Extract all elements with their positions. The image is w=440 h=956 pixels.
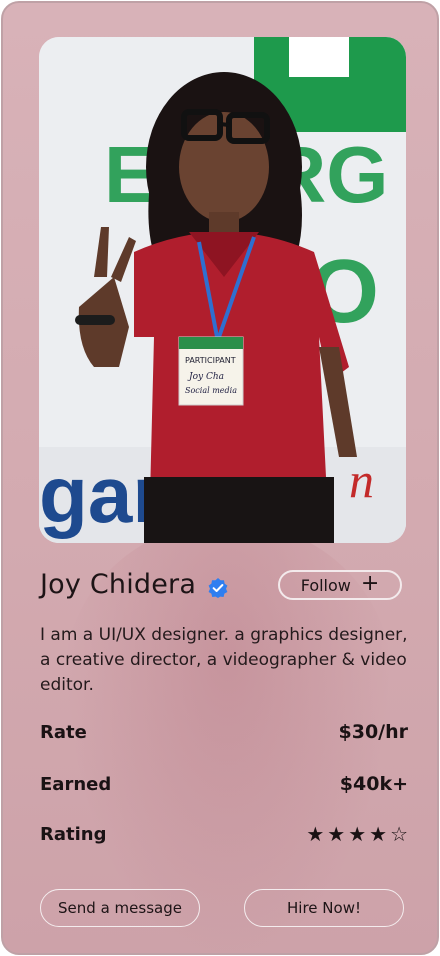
star-filled-icon: ★ — [327, 822, 346, 846]
profile-card: ENERG O gar n PARTIC — [1, 1, 439, 955]
stat-value: $40k+ — [339, 773, 408, 795]
svg-text:Social media: Social media — [185, 386, 237, 395]
svg-text:n: n — [349, 452, 374, 508]
stat-label: Rating — [40, 823, 107, 845]
svg-text:Joy Cha: Joy Cha — [187, 372, 224, 382]
profile-bio: I am a UI/UX designer. a graphics design… — [40, 625, 408, 695]
follow-label: Follow — [300, 575, 351, 595]
stat-label: Earned — [40, 773, 112, 795]
stat-rating: Rating ★ ★ ★ ★ ☆ — [40, 822, 408, 846]
hire-now-button[interactable]: Hire Now! — [244, 889, 404, 927]
stat-label: Rate — [40, 721, 87, 743]
star-empty-icon: ☆ — [390, 822, 408, 846]
plus-icon: + — [360, 571, 380, 596]
stat-value: $30/hr — [338, 721, 409, 743]
send-message-label: Send a message — [58, 899, 182, 917]
hire-now-label: Hire Now! — [287, 899, 361, 917]
send-message-button[interactable]: Send a message — [40, 889, 200, 927]
star-filled-icon: ★ — [369, 822, 388, 846]
star-filled-icon: ★ — [348, 822, 367, 846]
star-filled-icon: ★ — [306, 822, 325, 846]
profile-name: Joy Chidera — [40, 569, 197, 600]
rating-stars: ★ ★ ★ ★ ☆ — [306, 822, 408, 846]
stat-earned: Earned $40k+ — [40, 773, 408, 795]
svg-text:PARTICIPANT: PARTICIPANT — [185, 356, 236, 365]
profile-photo: ENERG O gar n PARTIC — [39, 37, 406, 543]
verified-badge-icon — [208, 578, 228, 598]
stat-rate: Rate $30/hr — [40, 721, 408, 743]
follow-button[interactable]: Follow + — [278, 570, 402, 600]
